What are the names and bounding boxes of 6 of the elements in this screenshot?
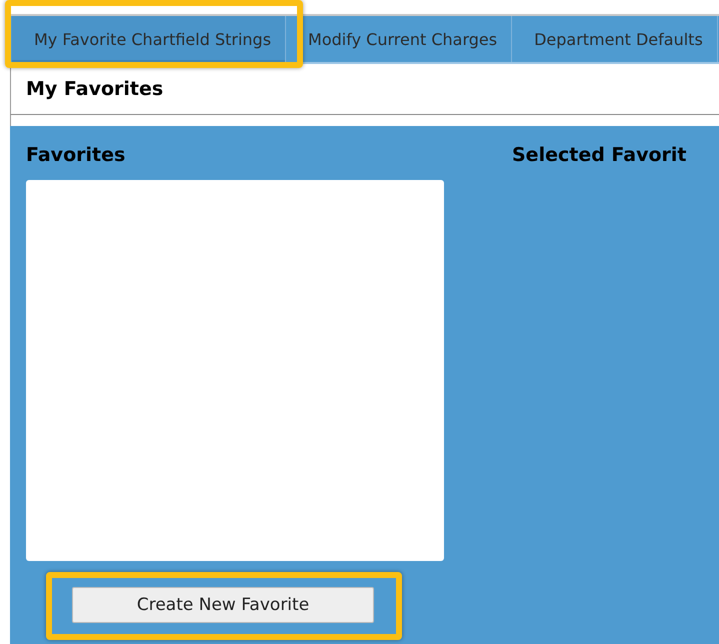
tab[interactable]: My Favorite Chartfield Strings: [12, 16, 286, 62]
favorites-heading: Favorites: [26, 144, 126, 166]
favorites-list[interactable]: [26, 180, 444, 561]
page-title: My Favorites: [26, 78, 164, 100]
selected-favorite-heading: Selected Favorit: [512, 144, 687, 168]
create-favorite-button[interactable]: Create New Favorite: [72, 587, 374, 623]
